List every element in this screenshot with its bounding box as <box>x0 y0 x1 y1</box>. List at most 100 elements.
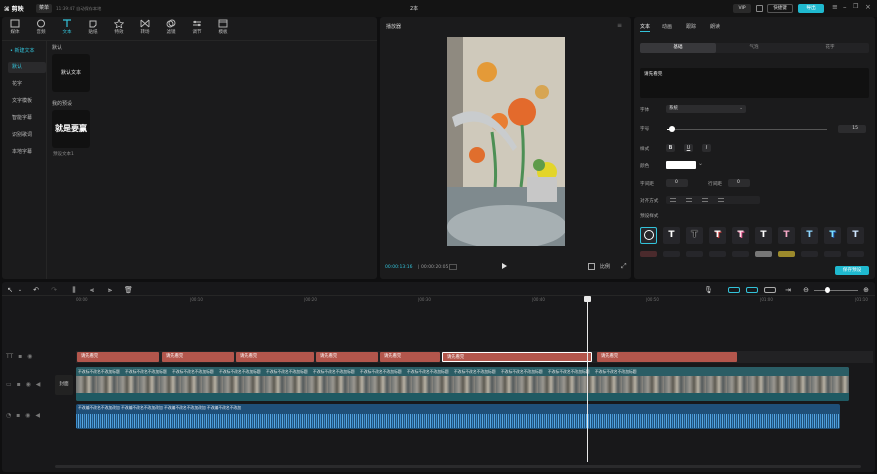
underline-button[interactable]: U <box>684 144 693 152</box>
color-swatch[interactable] <box>666 161 696 169</box>
char-spacing-input[interactable]: 0 <box>666 179 688 187</box>
main-track-magnet-icon[interactable] <box>728 287 740 293</box>
zoom-in-icon[interactable]: ⊕ <box>862 286 870 294</box>
toolbar-transition[interactable]: 转场 <box>134 19 156 35</box>
audio-track[interactable]: 不改编不改名不改加改加 不改编不改名不改加改加 不改编不改名不改加改加 不改编不… <box>76 404 840 429</box>
project-title[interactable]: 2本 <box>410 5 418 12</box>
category-text-template[interactable]: 文字模板 <box>8 96 46 107</box>
playhead-handle[interactable] <box>584 296 591 302</box>
preset-style-6[interactable]: T <box>778 227 795 244</box>
mute-icon[interactable]: ◀ <box>35 412 40 419</box>
zoom-slider-handle[interactable] <box>825 287 830 293</box>
select-dropdown-icon[interactable]: ⌄ <box>16 286 24 294</box>
preset-style-2[interactable]: T <box>686 227 703 244</box>
lock-icon[interactable]: ▪ <box>17 381 21 388</box>
preset-row2-10[interactable] <box>847 251 864 257</box>
subtitle-segment[interactable]: 请先看完 <box>162 352 234 362</box>
tab-tracking[interactable]: 跟踪 <box>686 23 696 30</box>
preset-style-7[interactable]: T <box>801 227 818 244</box>
category-lyrics[interactable]: 识别歌词 <box>8 130 46 141</box>
subtitle-segment-selected[interactable]: 请先看完 <box>442 352 592 362</box>
default-text-card[interactable]: 默认文本 <box>52 54 90 92</box>
split-left-icon[interactable]: ⫷ <box>88 286 96 294</box>
export-button[interactable]: 导出 <box>798 4 824 13</box>
eye-icon[interactable]: ◉ <box>25 412 30 419</box>
preset-style-4[interactable]: T <box>732 227 749 244</box>
fullscreen-icon[interactable]: ⤢ <box>621 262 627 271</box>
align-right-icon[interactable] <box>702 198 708 202</box>
align-button-group[interactable] <box>666 196 760 204</box>
color-chevron-icon[interactable]: ⌄ <box>698 160 703 167</box>
fit-icon[interactable] <box>588 263 595 270</box>
text-content-box[interactable] <box>640 68 869 98</box>
toolbar-adjust[interactable]: 调节 <box>186 19 208 35</box>
align-left-icon[interactable] <box>670 198 676 202</box>
preset-none[interactable] <box>640 227 657 244</box>
linkage-icon[interactable] <box>764 287 776 293</box>
preset-row2-8[interactable] <box>801 251 818 257</box>
align-center-icon[interactable] <box>686 198 692 202</box>
subtab-fancy[interactable]: 花字 <box>792 43 868 53</box>
bold-button[interactable]: B <box>666 144 675 152</box>
toolbar-effects[interactable]: 特效 <box>108 19 130 35</box>
toolbar-text[interactable]: 文本 <box>56 19 78 35</box>
tab-animation[interactable]: 动画 <box>662 23 672 30</box>
delete-icon[interactable]: 🗑 <box>124 286 133 294</box>
save-preset-button[interactable]: 保存预设 <box>835 266 869 275</box>
subtitle-segment[interactable]: 请先看完 <box>316 352 378 362</box>
category-local-caption[interactable]: 本地字幕 <box>8 147 46 158</box>
subtitle-segment[interactable]: 请先看完 <box>380 352 440 362</box>
text-content-value[interactable]: 请先看完 <box>644 71 662 77</box>
size-slider[interactable] <box>667 129 827 130</box>
preset-style-8[interactable]: T <box>824 227 841 244</box>
preset-row2-1[interactable] <box>640 251 657 257</box>
lock-icon[interactable]: ▪ <box>16 412 20 419</box>
toolbar-audio[interactable]: 音频 <box>30 19 52 35</box>
italic-button[interactable]: I <box>702 144 711 152</box>
preset-style-9[interactable]: T <box>847 227 864 244</box>
shortcut-button[interactable]: 快捷键 <box>767 4 793 13</box>
subtitle-segment[interactable]: 请先看完 <box>236 352 314 362</box>
playhead-line[interactable] <box>587 297 588 462</box>
new-text-button[interactable]: • 新建文本 <box>8 46 44 56</box>
subtitle-segment[interactable]: 请先看完 <box>77 352 159 362</box>
size-slider-handle[interactable] <box>669 126 675 132</box>
font-select[interactable]: 系统 ⌄ <box>666 105 746 113</box>
ratio-button[interactable]: 比例 <box>600 263 610 270</box>
redo-icon[interactable]: ↷ <box>50 286 58 294</box>
play-icon[interactable] <box>502 263 507 269</box>
split-right-icon[interactable]: ⫸ <box>106 286 114 294</box>
lock-icon[interactable]: ▪ <box>18 353 22 360</box>
menu-button[interactable]: 菜单 <box>36 4 52 13</box>
timecode-toggle-icon[interactable] <box>449 264 457 270</box>
maximize-icon[interactable]: ❐ <box>853 3 858 10</box>
undo-icon[interactable]: ↶ <box>32 286 40 294</box>
tab-read-aloud[interactable]: 朗读 <box>710 23 720 30</box>
layout-icon[interactable] <box>756 5 763 12</box>
preset-row2-5[interactable] <box>732 251 749 257</box>
preset-style-3[interactable]: T <box>709 227 726 244</box>
close-icon[interactable]: × <box>865 3 871 11</box>
timeline-scrollbar[interactable] <box>55 465 861 468</box>
auto-snap-icon[interactable] <box>746 287 758 293</box>
preset-row2-4[interactable] <box>709 251 726 257</box>
toolbar-media[interactable]: 媒体 <box>4 19 26 35</box>
zoom-out-icon[interactable]: ⊖ <box>802 286 810 294</box>
preset-text-card[interactable]: 就是要赢 <box>52 110 90 148</box>
toolbar-filter[interactable]: 滤镜 <box>160 19 182 35</box>
subtitle-segment[interactable]: 请先看完 <box>597 352 737 362</box>
player-menu-icon[interactable]: ≡ <box>617 22 622 29</box>
cover-button[interactable]: 封面 <box>55 375 73 395</box>
tab-text[interactable]: 文本 <box>640 23 650 30</box>
preset-row2-9[interactable] <box>824 251 841 257</box>
split-icon[interactable]: ⫼ <box>70 286 78 294</box>
category-fancy-text[interactable]: 花字 <box>8 79 46 90</box>
preset-row2-3[interactable] <box>686 251 703 257</box>
select-tool-icon[interactable]: ↖ <box>6 286 14 294</box>
vip-badge[interactable]: VIP <box>733 4 751 13</box>
preset-row2-6[interactable] <box>755 251 772 257</box>
subtab-basic[interactable]: 基础 <box>640 43 716 53</box>
toolbar-sticker[interactable]: 贴纸 <box>82 19 104 35</box>
minimize-icon[interactable]: – <box>843 3 847 11</box>
category-smart-caption[interactable]: 智能字幕 <box>8 113 46 124</box>
